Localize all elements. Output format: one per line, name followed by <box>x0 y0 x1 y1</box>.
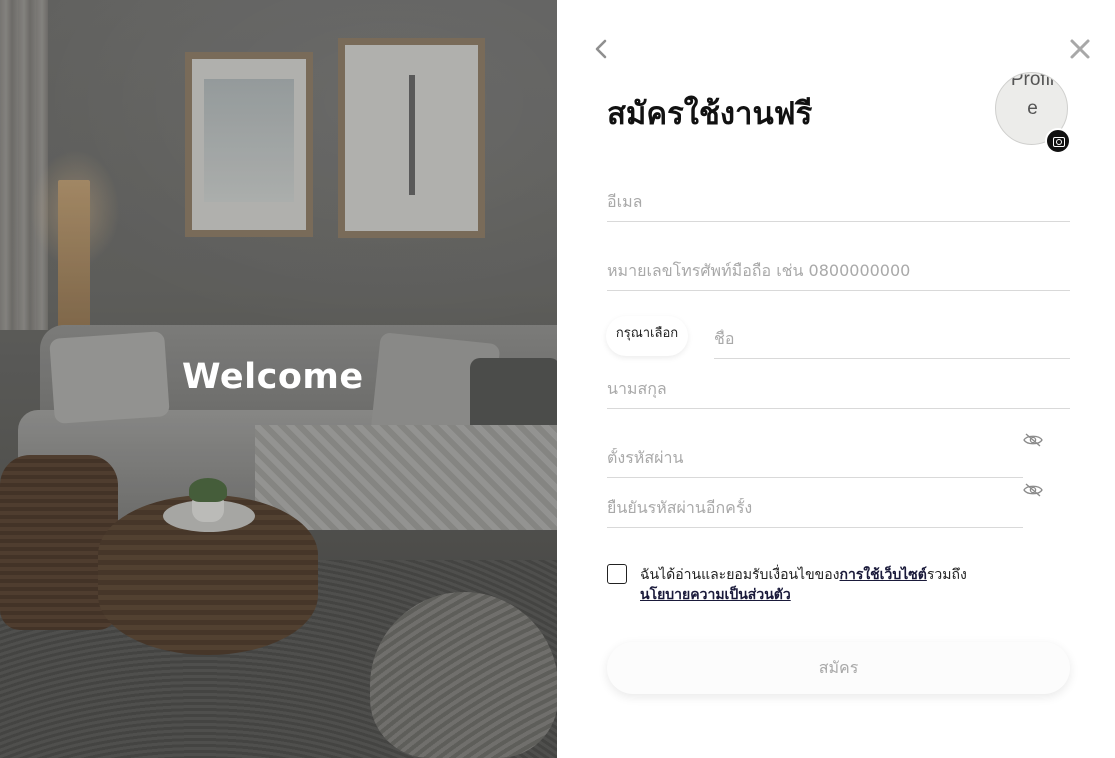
chevron-left-icon <box>595 39 607 59</box>
confirm-password-input[interactable] <box>607 498 1023 517</box>
email-field <box>607 172 1070 222</box>
first-name-input[interactable] <box>714 329 1070 348</box>
terms-prefix-text: ฉันได้อ่านและยอมรับเงื่อนไขของ <box>640 567 840 583</box>
hero-image-panel: Welcome <box>0 0 557 758</box>
phone-field <box>607 241 1070 291</box>
avatar-alt-text: Profile <box>1010 72 1055 119</box>
password-field <box>607 430 1023 478</box>
last-name-field <box>607 360 1070 409</box>
privacy-policy-link[interactable]: นโยบายความเป็นส่วนตัว <box>640 587 791 603</box>
welcome-heading: Welcome <box>182 357 364 397</box>
confirm-password-field <box>607 479 1023 528</box>
email-input[interactable] <box>607 192 1070 211</box>
eye-off-icon[interactable] <box>1023 432 1043 447</box>
password-input[interactable] <box>607 448 1023 467</box>
terms-text: ฉันได้อ่านและยอมรับเงื่อนไขของการใช้เว็บ… <box>640 565 1020 605</box>
terms-of-use-link[interactable]: การใช้เว็บไซต์ <box>839 567 926 583</box>
first-name-field <box>714 310 1070 359</box>
camera-icon[interactable] <box>1045 128 1071 154</box>
back-button[interactable] <box>590 38 612 64</box>
last-name-input[interactable] <box>607 379 1070 398</box>
close-icon <box>1070 39 1090 59</box>
phone-input[interactable] <box>607 261 1070 280</box>
eye-off-icon[interactable] <box>1023 482 1043 497</box>
close-button[interactable] <box>1068 38 1092 64</box>
terms-checkbox[interactable] <box>607 564 627 584</box>
page-title: สมัครใช้งานฟรี <box>607 96 813 132</box>
name-prefix-select[interactable]: กรุณาเลือก <box>606 316 688 356</box>
terms-middle-text: รวมถึง <box>926 567 967 583</box>
submit-button[interactable]: สมัคร <box>607 642 1070 694</box>
